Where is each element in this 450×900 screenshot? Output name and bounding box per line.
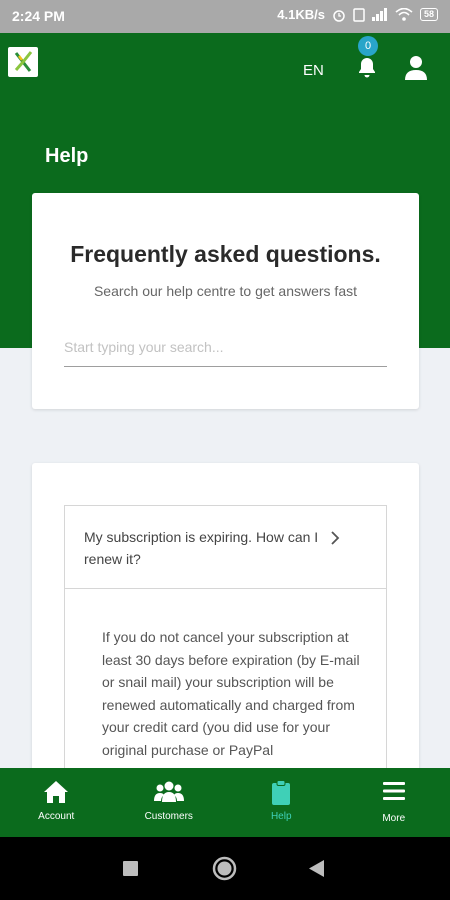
- page-title: Help: [45, 145, 89, 167]
- user-icon[interactable]: [403, 55, 429, 81]
- faq-item: My subscription is expiring. How can I r…: [64, 505, 387, 773]
- nav-item-more[interactable]: More: [338, 768, 450, 837]
- nav-item-customers[interactable]: Customers: [113, 768, 226, 837]
- users-icon: [153, 781, 184, 802]
- network-speed: 4.1KB/s: [277, 7, 325, 22]
- faq-answer: If you do not cancel your subscription a…: [102, 629, 360, 758]
- search-input[interactable]: [64, 327, 387, 367]
- faq-question: My subscription is expiring. How can I r…: [84, 529, 319, 567]
- alarm-icon: [333, 9, 345, 22]
- nav-label-account: Account: [38, 811, 75, 822]
- wifi-icon: [395, 8, 413, 21]
- nav-label-help: Help: [270, 811, 292, 822]
- status-bar: 2:24 PM 4.1KB/s 58: [0, 0, 450, 33]
- back-button-icon[interactable]: [309, 860, 324, 877]
- status-indicators: 4.1KB/s 58: [277, 7, 438, 22]
- recents-button-icon[interactable]: [123, 861, 138, 876]
- chevron-right-icon: [331, 531, 340, 545]
- brand-logo-icon[interactable]: [8, 47, 38, 77]
- faq-list-card: My subscription is expiring. How can I r…: [32, 463, 419, 773]
- menu-icon: [382, 782, 405, 800]
- home-button-icon[interactable]: [212, 856, 237, 881]
- clipboard-icon: [272, 780, 291, 805]
- nav-item-help[interactable]: Help: [225, 768, 338, 837]
- nav-item-account[interactable]: Account: [0, 768, 113, 837]
- sim-icon: [353, 7, 365, 22]
- bottom-navigation: Account Customers Help More: [0, 768, 450, 837]
- faq-title: Frequently asked questions.: [70, 241, 381, 267]
- faq-search-card: Frequently asked questions. Search our h…: [32, 193, 419, 409]
- status-time: 2:24 PM: [12, 8, 65, 24]
- home-icon: [44, 781, 69, 803]
- language-selector[interactable]: EN: [303, 62, 324, 79]
- bell-icon[interactable]: [355, 56, 379, 80]
- notification-badge: 0: [358, 36, 378, 56]
- system-navigation-bar: [0, 837, 450, 900]
- signal-icon: [371, 8, 387, 21]
- faq-subtitle: Search our help centre to get answers fa…: [93, 283, 358, 299]
- faq-question-toggle[interactable]: My subscription is expiring. How can I r…: [65, 506, 386, 589]
- nav-label-customers: Customers: [144, 811, 193, 822]
- nav-label-more: More: [382, 813, 406, 824]
- battery-icon: 58: [419, 8, 438, 21]
